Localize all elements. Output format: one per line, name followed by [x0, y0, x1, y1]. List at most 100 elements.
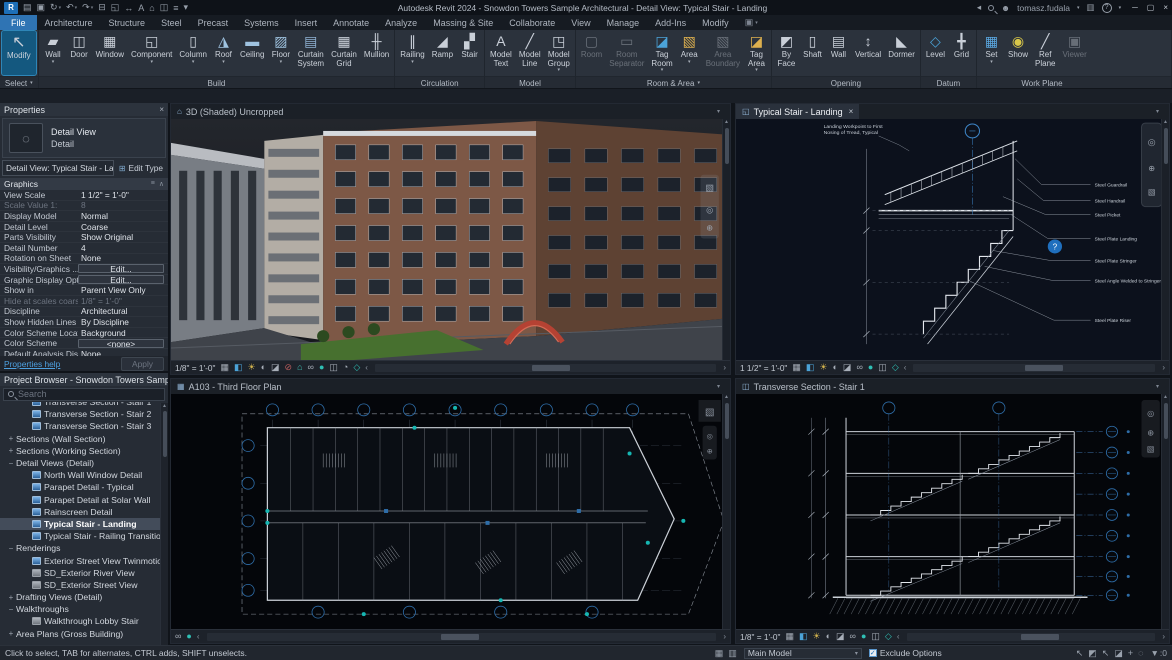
- view-cube-icon[interactable]: ▧: [1148, 188, 1156, 197]
- user-icon[interactable]: ☻: [1001, 3, 1010, 13]
- view-control-icon[interactable]: ◪: [843, 363, 852, 372]
- 3d-render[interactable]: ▧ ◎ ⊕: [171, 119, 730, 360]
- property-row[interactable]: Detail Number 4: [0, 243, 168, 254]
- ribbon-tab[interactable]: Structure: [101, 15, 154, 30]
- tree-expander[interactable]: −: [6, 459, 16, 468]
- view-control-icon[interactable]: ●: [319, 363, 324, 372]
- view-control-icon[interactable]: ☀: [813, 632, 821, 641]
- tree-item[interactable]: − Detail Views (Detail): [0, 457, 168, 469]
- property-row[interactable]: Parts Visibility Show Original: [0, 232, 168, 243]
- property-value[interactable]: By Discipline: [78, 317, 168, 327]
- search-input[interactable]: Search: [3, 388, 165, 401]
- property-row[interactable]: View Scale 1 1/2" = 1'-0": [0, 190, 168, 201]
- ribbon-tool[interactable]: ▰ Wall ▾: [41, 31, 66, 75]
- stair-detail-drawing[interactable]: Landing Workpoint to First Nosing of Tre…: [736, 119, 1169, 360]
- minimize-button[interactable]: ─: [1132, 3, 1138, 12]
- ribbon-tool[interactable]: ╱ Model Line ▾: [516, 31, 544, 75]
- property-row[interactable]: Discipline Architectural: [0, 307, 168, 318]
- ribbon-tool[interactable]: ◢ Ramp ▾: [429, 31, 456, 75]
- search-icon[interactable]: [988, 5, 994, 11]
- zoom-icon[interactable]: ⊕: [1148, 164, 1155, 173]
- tree-expander[interactable]: −: [6, 605, 16, 614]
- ribbon-tool[interactable]: ◱ Component ▾: [128, 31, 175, 75]
- tree-expander[interactable]: +: [6, 446, 16, 455]
- tab-close-icon[interactable]: ×: [849, 107, 854, 116]
- quick-access-icon[interactable]: ◫▾: [160, 2, 169, 13]
- ribbon-tool[interactable]: ▤ Curtain System ▾: [294, 31, 327, 75]
- scroll-right-icon[interactable]: ›: [723, 363, 726, 372]
- ribbon-tab[interactable]: Modify: [694, 15, 737, 30]
- view-control-icon[interactable]: ◐: [826, 632, 831, 641]
- properties-close-icon[interactable]: ×: [159, 105, 164, 114]
- ribbon-tool[interactable]: ▯ Column ▾: [176, 31, 210, 75]
- exclude-options-checkbox[interactable]: ✓Exclude Options: [869, 648, 942, 658]
- pin-icon[interactable]: ≡: [151, 180, 155, 188]
- tree-item[interactable]: + Area Plans (Gross Building): [0, 628, 168, 640]
- scrollbar[interactable]: ▲: [1161, 119, 1169, 360]
- ribbon-tool[interactable]: ◪ Tag Room ▾: [648, 31, 675, 75]
- view-control-icon[interactable]: ◐: [832, 363, 837, 372]
- quick-access-icon[interactable]: ↔▾: [124, 3, 133, 13]
- quick-access-icon[interactable]: ↻▾: [50, 2, 61, 13]
- collapse-section-icon[interactable]: ∧: [159, 180, 164, 188]
- drawing-canvas[interactable]: Landing Workpoint to First Nosing of Tre…: [736, 119, 1169, 360]
- tree-item[interactable]: Transverse Section - Stair 2: [0, 408, 168, 420]
- ribbon-group-label[interactable]: Circulation▾: [395, 77, 484, 89]
- ribbon-tool[interactable]: A Model Text ▾: [487, 31, 515, 75]
- type-selector[interactable]: ◌ Detail View Detail: [2, 118, 166, 158]
- horizontal-scrollbar[interactable]: [913, 364, 1155, 372]
- tree-item[interactable]: SD_Exterior River View: [0, 567, 168, 579]
- ribbon-tab[interactable]: Add-Ins: [647, 15, 694, 30]
- tree-expander[interactable]: −: [6, 544, 16, 553]
- selection-toggle-icon[interactable]: ◌: [1138, 648, 1143, 659]
- filter-button[interactable]: ▼:0: [1150, 648, 1167, 658]
- tree-item[interactable]: Parapet Detail - Typical: [0, 481, 168, 493]
- tree-item[interactable]: Walkthrough Lobby Stair: [0, 615, 168, 627]
- view-control-icon[interactable]: ◪: [836, 632, 845, 641]
- ribbon-group-label[interactable]: Select▾: [0, 77, 38, 89]
- steering-wheel-icon[interactable]: ◎: [706, 206, 713, 215]
- ribbon-tool[interactable]: ╋ Grid ▾: [949, 31, 974, 75]
- ribbon-tool[interactable]: ▭ Room Separator ▾: [606, 31, 647, 75]
- section-drawing[interactable]: ◎ ⊕ ▧: [736, 394, 1169, 629]
- scroll-right-icon[interactable]: ›: [1162, 632, 1165, 641]
- property-value[interactable]: 4: [78, 243, 168, 253]
- tree-expander[interactable]: +: [6, 593, 16, 602]
- ribbon-tab[interactable]: Insert: [287, 15, 326, 30]
- property-value[interactable]: 1/8" = 1'-0": [78, 296, 168, 306]
- zoom-icon[interactable]: ⊕: [1147, 429, 1154, 438]
- selection-toggle-icon[interactable]: ↖: [1076, 648, 1084, 659]
- tree-item[interactable]: SD_Exterior Street View: [0, 579, 168, 591]
- checkbox-icon[interactable]: ✓: [869, 649, 877, 657]
- tree-item[interactable]: Typical Stair - Railing Transition: [0, 530, 168, 542]
- tree-item[interactable]: + Sections (Working Section): [0, 445, 168, 457]
- property-row[interactable]: Rotation on Sheet None: [0, 254, 168, 265]
- steering-wheel-icon[interactable]: ◎: [707, 434, 713, 441]
- quick-access-icon[interactable]: A▾: [138, 3, 144, 13]
- property-row[interactable]: Default Analysis Dis... None: [0, 349, 168, 356]
- scale-button[interactable]: 1/8" = 1'-0": [175, 363, 215, 373]
- ribbon-tool[interactable]: ◣ Dormer ▾: [885, 31, 918, 75]
- navigation-bar[interactable]: ◎ ⊕ ▧: [1141, 400, 1159, 458]
- scroll-left-icon[interactable]: ‹: [897, 632, 900, 641]
- tree-expander[interactable]: +: [6, 629, 16, 638]
- restore-button[interactable]: ▢: [1147, 3, 1155, 12]
- properties-help-link[interactable]: Properties help: [4, 359, 60, 369]
- quick-access-icon[interactable]: ≡▾: [173, 3, 178, 13]
- view-control-icon[interactable]: ●: [186, 632, 191, 641]
- ribbon-tool[interactable]: ▧ Area Boundary ▾: [703, 31, 743, 75]
- ribbon-tool[interactable]: ◩ By Face ▾: [774, 31, 799, 75]
- horizontal-scrollbar[interactable]: [207, 633, 717, 641]
- property-value[interactable]: Edit...: [78, 264, 164, 273]
- view-control-icon[interactable]: ☀: [248, 363, 256, 372]
- scroll-left-icon[interactable]: ‹: [365, 363, 368, 372]
- quick-access-icon[interactable]: ⊟▾: [98, 2, 106, 13]
- view-cube-icon[interactable]: ▧: [705, 407, 715, 418]
- ribbon-tool[interactable]: ◳ Model Group ▾: [545, 31, 573, 75]
- worksets-icon[interactable]: ▥: [728, 648, 737, 659]
- ribbon-tool[interactable]: ▣ Viewer ▾: [1059, 31, 1089, 75]
- property-row[interactable]: Color Scheme Locat... Background: [0, 328, 168, 339]
- view-control-icon[interactable]: ☀: [819, 363, 827, 372]
- scrollbar[interactable]: ▲: [722, 394, 730, 629]
- scroll-right-icon[interactable]: ›: [723, 632, 726, 641]
